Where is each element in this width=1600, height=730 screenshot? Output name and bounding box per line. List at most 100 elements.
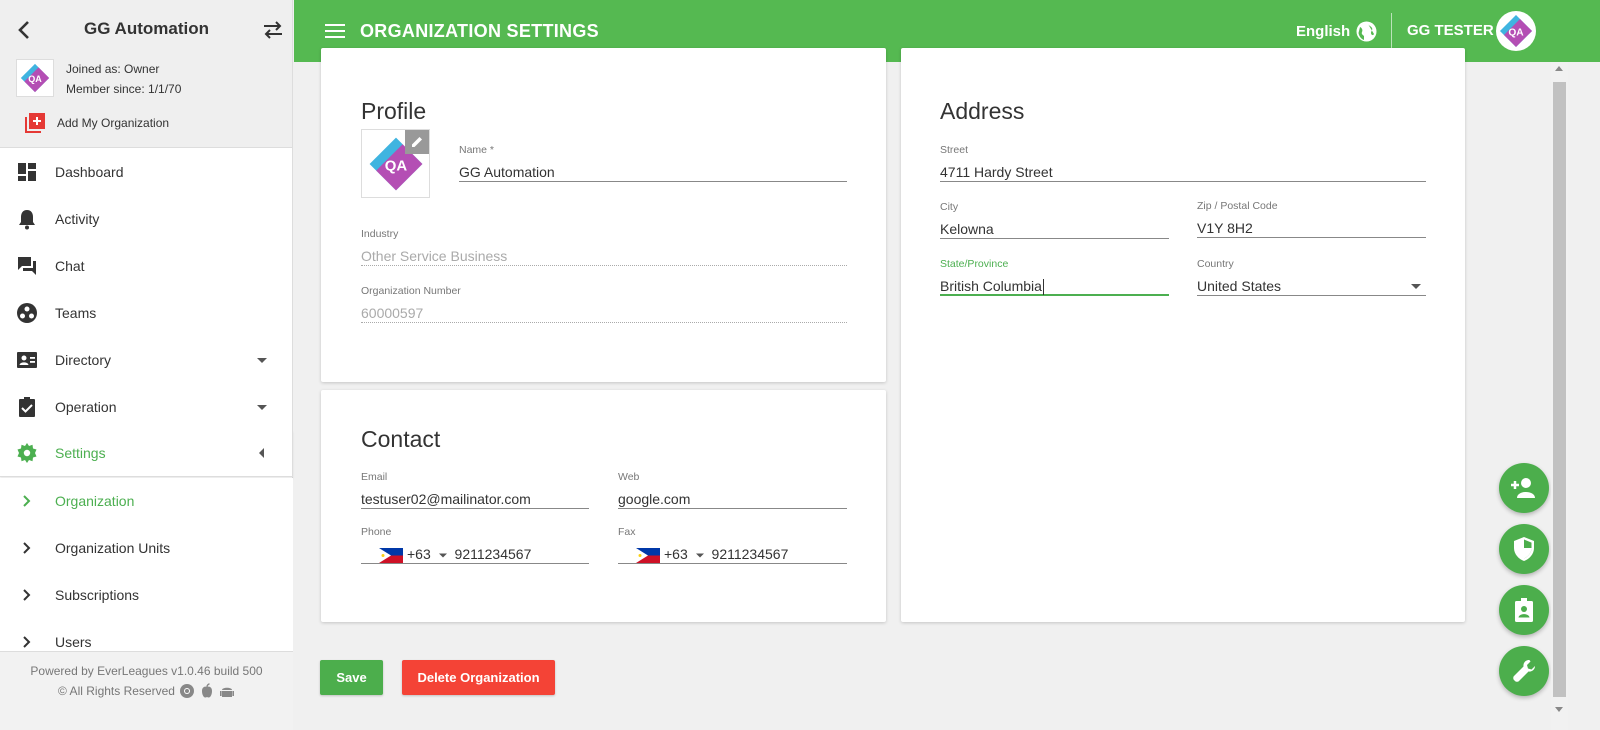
sidebar-item-activity[interactable]: Activity	[0, 195, 293, 242]
caret-down-icon	[1411, 284, 1421, 289]
add-organization-button[interactable]: Add My Organization	[24, 112, 169, 134]
chevron-right-icon	[23, 495, 31, 507]
apple-icon[interactable]	[199, 683, 215, 699]
sidebar-footer: Powered by EverLeagues v1.0.46 build 500…	[0, 651, 293, 730]
caret-down-icon	[257, 357, 267, 363]
teams-icon	[17, 302, 37, 323]
phone-label: Phone	[361, 526, 392, 538]
city-input[interactable]: Kelowna	[940, 219, 1169, 239]
powered-by-text: Powered by EverLeagues v1.0.46 build 500	[30, 664, 263, 678]
zip-input[interactable]: V1Y 8H2	[1197, 218, 1426, 238]
fax-country-code: +63	[664, 546, 688, 562]
phone-field[interactable]: Phone +63 9211234567	[361, 526, 589, 564]
state-field[interactable]: State/Province British Columbia	[940, 258, 1169, 296]
fax-input[interactable]: +63 9211234567	[618, 544, 847, 564]
edit-image-button[interactable]	[405, 130, 429, 154]
fax-number[interactable]: 9211234567	[712, 546, 789, 562]
sidebar-subitem-label: Subscriptions	[55, 587, 140, 603]
city-label: City	[940, 201, 959, 213]
settings-submenu: Organization Organization Units Subscrip…	[0, 478, 293, 651]
profile-image[interactable]: QA	[361, 129, 430, 198]
sidebar-item-label: Operation	[55, 398, 117, 415]
sidebar-subitem-label: Users	[55, 634, 92, 650]
web-input[interactable]: google.com	[618, 489, 847, 509]
email-field[interactable]: Email testuser02@mailinator.com	[361, 471, 589, 509]
chevron-right-icon	[23, 589, 31, 601]
sidebar-item-label: Teams	[55, 304, 97, 321]
sidebar-item-operation[interactable]: Operation	[0, 383, 293, 430]
add-box-icon	[25, 113, 45, 133]
industry-label: Industry	[361, 228, 399, 240]
shield-icon	[1514, 537, 1534, 561]
svg-text:QA: QA	[28, 74, 42, 84]
sidebar-header: GG Automation QA Joined as: Owner Member…	[0, 0, 292, 148]
sidebar-subitem-label: Organization Units	[55, 540, 171, 556]
contact-card-icon	[17, 351, 37, 368]
sidebar-subitem-users[interactable]: Users	[0, 619, 293, 651]
svg-text:QA: QA	[1508, 28, 1524, 39]
fax-label: Fax	[618, 526, 636, 538]
android-icon[interactable]	[219, 683, 235, 699]
sidebar-item-directory[interactable]: Directory	[0, 336, 293, 383]
rights-row: © All Rights Reserved	[0, 683, 293, 699]
email-input[interactable]: testuser02@mailinator.com	[361, 489, 589, 509]
scroll-up-arrow-icon[interactable]	[1555, 66, 1563, 71]
scroll-down-arrow-icon[interactable]	[1555, 707, 1563, 712]
state-input[interactable]: British Columbia	[940, 276, 1169, 296]
dashboard-icon	[18, 162, 36, 181]
profile-card: Profile QA Name * GG Automation Industry…	[321, 48, 886, 382]
org-number-value: 60000597	[361, 303, 847, 323]
contact-badge-icon	[1515, 598, 1533, 622]
security-fab[interactable]	[1499, 524, 1549, 574]
street-input[interactable]: 4711 Hardy Street	[940, 162, 1426, 182]
main-scrollbar[interactable]	[1551, 62, 1568, 730]
sidebar-nav: Dashboard Activity Chat Teams Directory …	[0, 148, 293, 477]
member-since-text: Member since: 1/1/70	[66, 82, 182, 96]
rights-text: © All Rights Reserved	[58, 684, 175, 698]
sidebar-subitem-organization[interactable]: Organization	[0, 478, 293, 525]
sidebar-subitem-subscriptions[interactable]: Subscriptions	[0, 572, 293, 619]
phone-number[interactable]: 9211234567	[455, 546, 532, 562]
web-field[interactable]: Web google.com	[618, 471, 847, 509]
fax-field[interactable]: Fax +63 9211234567	[618, 526, 847, 564]
qa-logo-icon: QA	[20, 63, 50, 93]
caret-down-icon[interactable]	[438, 550, 448, 560]
globe-icon	[1356, 21, 1377, 42]
country-select[interactable]: United States	[1197, 276, 1426, 296]
add-person-fab[interactable]	[1499, 463, 1549, 513]
city-field[interactable]: City Kelowna	[940, 201, 1169, 239]
swap-icon[interactable]	[262, 20, 284, 40]
menu-icon[interactable]	[325, 22, 345, 40]
user-name[interactable]: GG TESTER	[1407, 22, 1494, 39]
chrome-icon[interactable]	[179, 683, 195, 699]
joined-as-text: Joined as: Owner	[66, 62, 160, 76]
language-selector[interactable]: English	[1296, 21, 1377, 42]
sidebar-item-settings[interactable]: Settings	[0, 430, 293, 477]
sidebar-org-name: GG Automation	[84, 19, 209, 38]
zip-label: Zip / Postal Code	[1197, 200, 1278, 212]
sidebar-subitem-organization-units[interactable]: Organization Units	[0, 525, 293, 572]
philippines-flag-icon[interactable]	[379, 547, 403, 563]
sidebar-item-teams[interactable]: Teams	[0, 289, 293, 336]
philippines-flag-icon[interactable]	[636, 547, 660, 563]
save-button[interactable]: Save	[320, 660, 383, 695]
org-number-field: Organization Number 60000597	[361, 285, 847, 323]
country-field[interactable]: Country United States	[1197, 258, 1426, 296]
phone-input[interactable]: +63 9211234567	[361, 544, 589, 564]
industry-field: Industry Other Service Business	[361, 228, 847, 266]
street-field[interactable]: Street 4711 Hardy Street	[940, 144, 1426, 182]
delete-organization-button[interactable]: Delete Organization	[402, 660, 555, 695]
country-label: Country	[1197, 258, 1234, 270]
scroll-thumb[interactable]	[1553, 82, 1566, 697]
phone-country-code: +63	[407, 546, 431, 562]
name-field[interactable]: Name * GG Automation	[459, 144, 847, 182]
name-input[interactable]: GG Automation	[459, 162, 847, 182]
caret-down-icon[interactable]	[695, 550, 705, 560]
badge-fab[interactable]	[1499, 585, 1549, 635]
sidebar-item-dashboard[interactable]: Dashboard	[0, 148, 293, 195]
tools-fab[interactable]	[1499, 646, 1549, 696]
avatar[interactable]: QA	[1496, 11, 1536, 51]
zip-field[interactable]: Zip / Postal Code V1Y 8H2	[1197, 200, 1426, 238]
sidebar-item-chat[interactable]: Chat	[0, 242, 293, 289]
chevron-right-icon	[23, 636, 31, 648]
